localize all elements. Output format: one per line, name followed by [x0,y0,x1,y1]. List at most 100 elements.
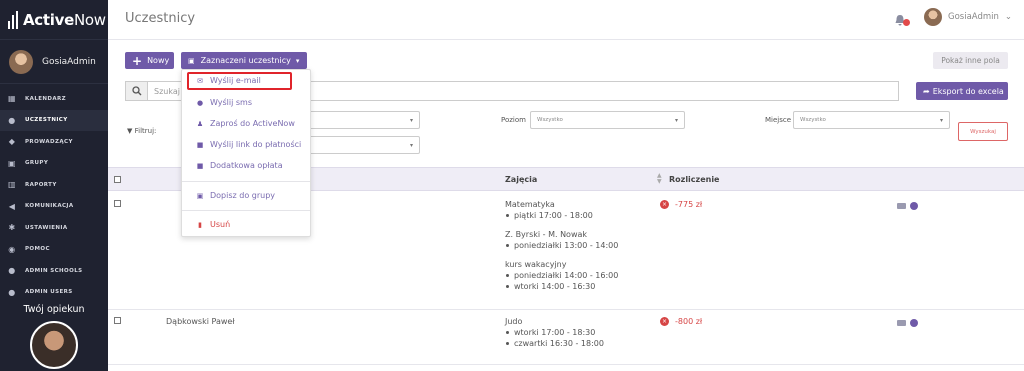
chart-icon: ▥ [8,180,16,190]
menu-item-send-email[interactable]: ✉ Wyślij e-mail [196,76,261,85]
user-plus-icon: ♟ [196,119,204,128]
show-more-fields-button[interactable]: Pokaż inne pola [933,52,1008,69]
sidebar-item-admin-users[interactable]: ● ADMIN USERS [0,282,108,304]
sort-icon[interactable]: ▲ ▼ [657,173,662,185]
notification-dot [903,19,910,26]
search-icon[interactable] [125,81,147,101]
course-item: Judo wtorki 17:00 - 18:30 czwartki 16:30… [505,317,604,348]
row-checkbox[interactable] [114,200,121,207]
filter-icon: ▼ [127,127,133,135]
row-actions [897,202,918,210]
menu-item-label: Dopisz do grupy [210,191,276,200]
column-header-classes[interactable]: Zajęcia [505,175,537,184]
sidebar-item-label: UCZESTNICY [25,117,68,124]
page-title: Uczestnicy [125,11,196,26]
course-title[interactable]: kurs wakacyjny [505,260,618,269]
logo-bars-icon [8,10,18,29]
menu-divider [182,181,310,182]
sidebar-item-label: PROWADZĄCY [25,138,73,145]
sidebar-item-ustawienia[interactable]: ✱ USTAWIENIA [0,217,108,239]
sidebar-item-uczestnicy[interactable]: ● UCZESTNICY [0,109,108,131]
menu-item-label: Wyślij e-mail [210,76,261,85]
chat-icon[interactable] [910,319,918,327]
menu-item-delete[interactable]: ▮ Usuń [196,220,230,229]
gear-icon: ✱ [8,223,16,233]
sidebar-item-kalendarz[interactable]: ▦ KALENDARZ [0,88,108,110]
sidebar-item-raporty[interactable]: ▥ RAPORTY [0,174,108,196]
course-title[interactable]: Judo [505,317,604,326]
top-header: Uczestnicy GosiaAdmin ⌄ [108,0,1024,40]
user-icon: ● [8,115,16,125]
menu-item-label: Wyślij sms [210,98,253,107]
logo[interactable]: ActiveNow [0,0,108,40]
menu-item-add-to-group[interactable]: ▣ Dopisz do grupy [196,191,275,200]
chevron-down-icon: ▾ [674,117,678,124]
share-icon: ➦ [923,86,930,96]
course-slot: wtorki 17:00 - 18:30 [505,328,604,337]
chevron-down-icon: ▾ [409,117,413,124]
place-select[interactable]: Wszystko ▾ [793,111,950,129]
course-item: Z. Byrski - M. Nowak poniedziałki 13:00 … [505,230,618,250]
sidebar-user[interactable]: GosiaAdmin [0,40,108,84]
sidebar-item-komunikacja[interactable]: ◀ KOMUNIKACJA [0,196,108,218]
users-icon: ▣ [196,191,204,200]
chat-icon: ● [196,98,204,107]
course-slot: poniedziałki 14:00 - 16:00 [505,271,618,280]
header-user-menu[interactable]: GosiaAdmin ⌄ [924,8,1012,26]
place-label: Miejsce [765,116,792,124]
minus-circle-icon: × [660,200,669,209]
sidebar-item-label: ADMIN SCHOOLS [25,267,83,274]
menu-item-invite[interactable]: ♟ Zaproś do ActiveNow [196,119,295,128]
export-excel-label: Eksport do excela [932,86,1004,96]
mail-icon: ✉ [197,76,203,85]
chat-icon[interactable] [910,202,918,210]
megaphone-icon: ◀ [8,201,16,211]
level-select-value: Wszystko [537,117,563,123]
settlement-cell[interactable]: × -775 zł [660,200,702,209]
sidebar-menu: ▦ KALENDARZ ● UCZESTNICY ◆ PROWADZĄCY ▣ GRUPY ▥ R… [0,88,108,303]
mail-icon[interactable] [897,320,906,326]
participant-name[interactable]: Dąbkowski Paweł [166,317,235,326]
minus-circle-icon: × [660,317,669,326]
chevron-down-icon: ⌄ [1004,12,1013,22]
export-excel-button[interactable]: ➦ Eksport do excela [916,82,1008,100]
guardian-panel: Twój opiekun [0,304,108,369]
settlement-cell[interactable]: × -800 zł [660,317,702,326]
sidebar-item-grupy[interactable]: ▣ GRUPY [0,153,108,175]
column-header-settlement[interactable]: Rozliczenie [669,175,719,184]
filter-label: ▼ Filtruj: [127,127,157,135]
select-all-checkbox[interactable] [114,176,121,183]
menu-item-label: Dodatkowa opłata [210,161,283,170]
menu-item-label: Zaproś do ActiveNow [210,119,295,128]
sidebar-item-admin-schools[interactable]: ● ADMIN SCHOOLS [0,260,108,282]
selected-participants-dropdown: ✉ Wyślij e-mail ● Wyślij sms ♟ Zaproś do… [181,69,311,237]
filter-select-1[interactable]: ▾ [305,111,420,129]
calendar-icon: ▦ [8,94,16,104]
sidebar-item-prowadzący[interactable]: ◆ PROWADZĄCY [0,131,108,153]
course-slot: czwartki 16:30 - 18:00 [505,339,604,348]
bell-icon[interactable] [894,12,910,26]
menu-item-extra-fee[interactable]: ■ Dodatkowa opłata [196,161,283,170]
menu-item-payment-link[interactable]: ■ Wyślij link do płatności [196,140,302,149]
sidebar-item-pomoc[interactable]: ◉ POMOC [0,239,108,261]
sidebar: ActiveNow GosiaAdmin ▦ KALENDARZ ● UCZESTNI… [0,0,108,371]
course-title[interactable]: Z. Byrski - M. Nowak [505,230,618,239]
row-checkbox[interactable] [114,317,121,324]
course-slot: wtorki 14:00 - 16:30 [505,282,618,291]
selected-participants-button[interactable]: ▣ Zaznaczeni uczestnicy ▾ [181,52,307,69]
header-user-name: GosiaAdmin [948,12,999,22]
chevron-down-icon: ▾ [409,142,413,149]
avatar [924,8,942,26]
sidebar-item-label: GRUPY [25,160,49,167]
filter-select-2[interactable]: ▾ [305,136,420,154]
chevron-down-icon: ▾ [295,56,300,65]
course-title[interactable]: Matematyka [505,200,618,209]
menu-item-label: Wyślij link do płatności [210,140,302,149]
users-icon: ▣ [8,158,16,168]
level-select[interactable]: Wszystko ▾ [530,111,685,129]
menu-item-send-sms[interactable]: ● Wyślij sms [196,98,252,107]
search-button[interactable]: Wyszukaj [958,122,1008,141]
new-button[interactable]: + Nowy [125,52,174,69]
mail-icon[interactable] [897,203,906,209]
classes-cell: Matematyka piątki 17:00 - 18:00 Z. Byrsk… [505,200,618,301]
